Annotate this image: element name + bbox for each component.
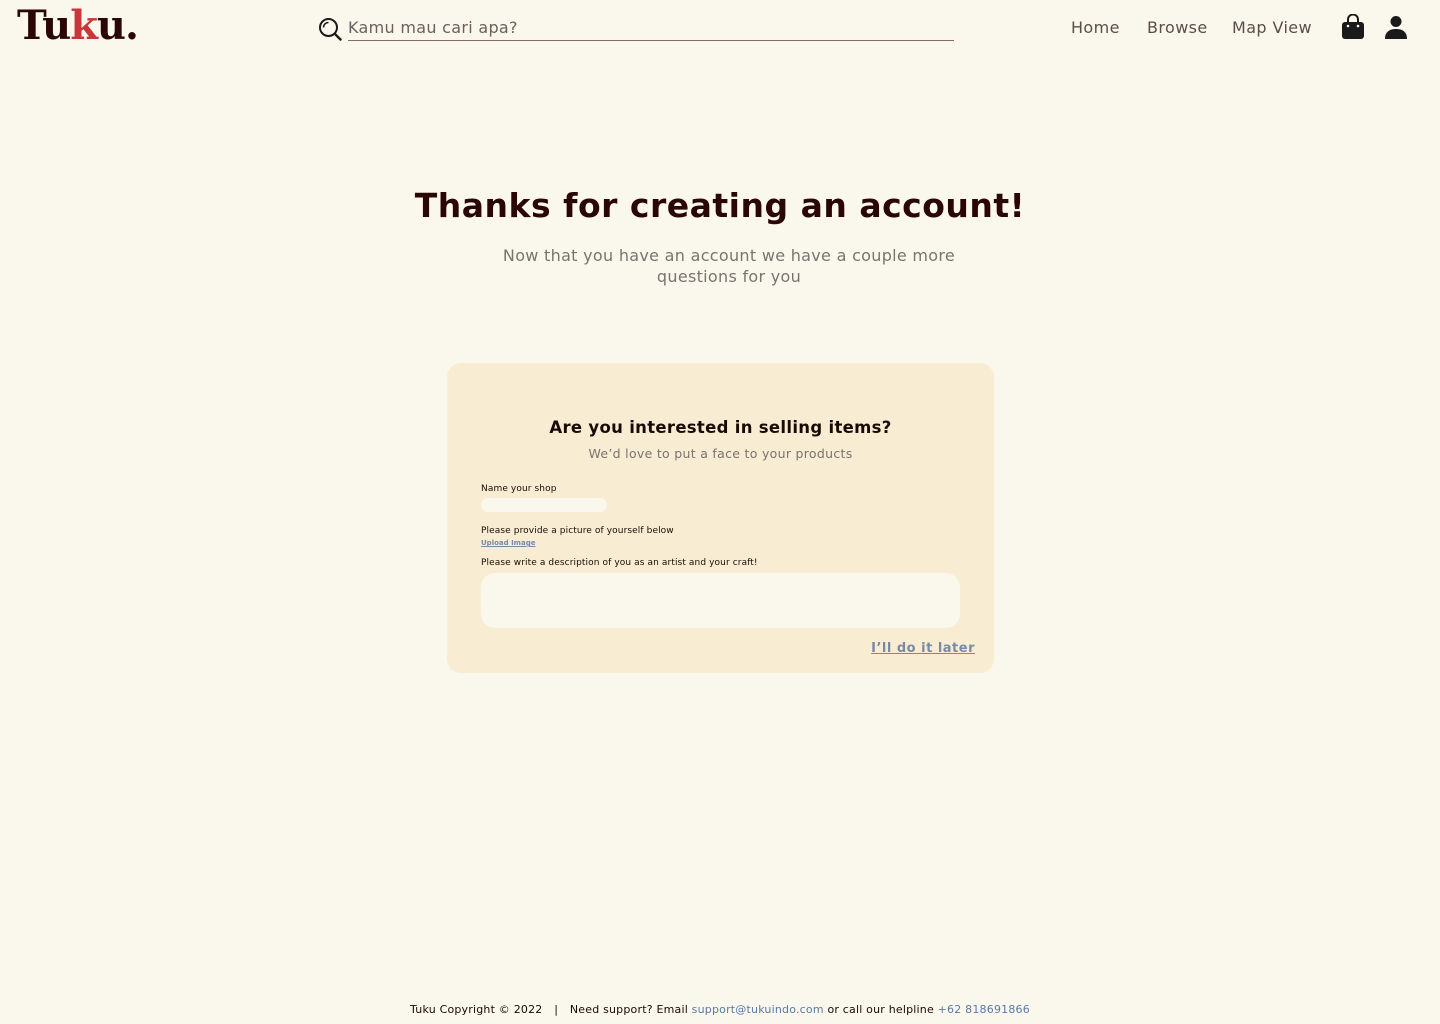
nav-browse-link[interactable]: Browse	[1147, 18, 1208, 38]
search-icon[interactable]	[318, 17, 342, 41]
footer-support-email-link[interactable]: support@tukuindo.com	[692, 1003, 824, 1016]
description-label: Please write a description of you as an …	[481, 558, 758, 568]
seller-questions-card: Are you interested in selling items? We’…	[447, 363, 994, 673]
footer-copyright: Tuku Copyright © 2022	[410, 1003, 543, 1016]
shop-name-input[interactable]	[481, 498, 607, 512]
nav-map-view-link[interactable]: Map View	[1232, 18, 1312, 38]
page-title: Thanks for creating an account!	[414, 186, 1026, 225]
user-icon[interactable]	[1384, 15, 1408, 39]
search-input[interactable]	[348, 14, 954, 41]
description-textarea[interactable]	[481, 573, 960, 628]
footer-support-text: Need support? Email	[569, 1003, 688, 1016]
do-it-later-link[interactable]: I’ll do it later	[871, 641, 975, 656]
picture-label: Please provide a picture of yourself bel…	[481, 526, 674, 536]
logo-prefix: Tu	[17, 2, 71, 49]
footer-helpline-text: or call our helpline	[827, 1003, 934, 1016]
logo[interactable]: Tuku.	[17, 2, 139, 50]
search-bar	[318, 14, 954, 44]
nav-home-link[interactable]: Home	[1071, 18, 1120, 38]
footer-separator: |	[554, 1003, 559, 1016]
footer: Tuku Copyright © 2022 | Need support? Em…	[0, 1003, 1440, 1016]
card-title: Are you interested in selling items?	[549, 418, 892, 437]
logo-accent: k	[70, 2, 98, 49]
shopping-bag-icon[interactable]	[1341, 14, 1365, 40]
shop-name-label: Name your shop	[481, 484, 557, 494]
page-subtitle: Now that you have an account we have a c…	[502, 246, 956, 286]
upload-image-link[interactable]: Upload Image	[481, 539, 535, 547]
logo-suffix: u.	[96, 2, 139, 49]
footer-helpline-phone-link[interactable]: +62 818691866	[938, 1003, 1030, 1016]
card-subtitle: We’d love to put a face to your products	[588, 446, 853, 461]
